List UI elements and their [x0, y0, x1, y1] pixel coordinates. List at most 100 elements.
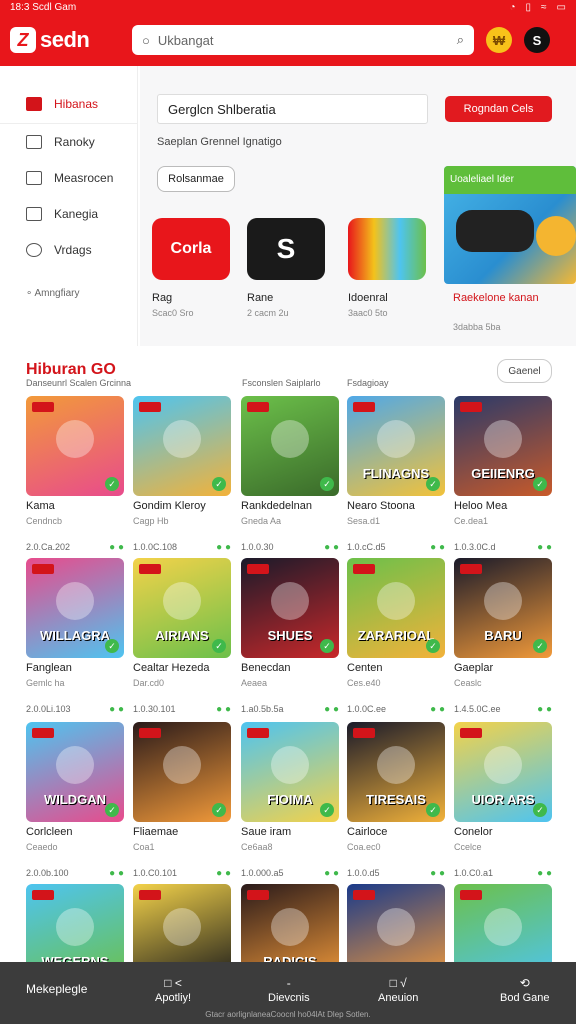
app-name: Rane [247, 292, 274, 304]
brand-logo[interactable]: Z sedn [10, 27, 120, 53]
status-dots-icon: ● ● [537, 868, 552, 879]
game-price: 1.0.C0.a1 [454, 868, 494, 878]
game-name: Cairloce [347, 826, 388, 838]
user-avatar[interactable]: S [524, 27, 550, 53]
bottom-nav-devices[interactable]: - Dievcnis [268, 976, 310, 1004]
verified-icon: ✓ [533, 803, 547, 817]
status-dots-icon: ● ● [430, 868, 445, 879]
game-name: Fanglean [26, 662, 72, 674]
bottom-nav-marketplace[interactable]: Mekeplegle [26, 982, 87, 996]
promo-title[interactable]: Raekelone kanan [453, 292, 539, 304]
category-field[interactable]: Gerglcn Shlberatia [157, 94, 428, 124]
bottom-nav-actions[interactable]: □ √ Aneuion [378, 976, 418, 1004]
status-dots-icon: ● ● [216, 868, 231, 879]
badge-icon [247, 890, 269, 900]
game-art-title: WILLAGRA [39, 628, 111, 643]
game-art-title: WILDGAN [43, 792, 107, 807]
game-card[interactable]: ZARARIOAL ✓ Centen Ces.e40 1.0.0C.ee ● ● [347, 558, 445, 715]
game-card[interactable]: FLINAGNS ✓ Nearo Stoona Sesa.d1 1.0.cC.d5 ● ● [347, 396, 445, 553]
sidebar-item-label: Hibanas [54, 96, 99, 111]
game-card[interactable]: WILLAGRA ✓ Fanglean Gemlc ha 2.0.0Li.103 ● ● [26, 558, 124, 715]
status-dots-icon: ● ● [430, 704, 445, 715]
settings-icon: ∘ [26, 288, 35, 299]
status-carrier: Gam [54, 1, 77, 13]
featured-subtitle: Saeplan Grennel Ignatigo [157, 136, 282, 148]
game-price: 1.0.0C.ee [347, 704, 387, 714]
game-card[interactable]: FIOIMA ✓ Saue iram Ce6aa8 1.0.000.a5 ● ● [241, 722, 339, 879]
game-card[interactable]: GEIIENRG ✓ Heloo Mea Ce.dea1 1.0.3.0C.d ● ● [454, 396, 552, 553]
promo-banner[interactable]: Uoaleliael Ider [444, 166, 576, 284]
badge-icon [32, 728, 54, 738]
sidebar-item-hibanas[interactable]: Hibanas [0, 84, 137, 124]
character-image [56, 908, 94, 946]
bottom-nav-label: Aneuion [378, 992, 419, 1004]
sidebar-item-ranoky[interactable]: Ranoky [0, 124, 137, 160]
sidebar-item-measrocen[interactable]: Measrocen [0, 160, 137, 196]
game-price-row: 2.0.0b.100 ● ● [26, 868, 124, 879]
game-name: Kama [26, 500, 55, 512]
game-card[interactable]: SHUES ✓ Benecdan Aeaea 1.a0.5b.5a ● ● [241, 558, 339, 715]
game-price-row: 1.0.0C.108 ● ● [133, 542, 231, 553]
filter-pill[interactable]: Rolsanmae [157, 166, 235, 192]
game-card[interactable]: BARU ✓ Gaeplar Ceaslc 1.4.5.0C.ee ● ● [454, 558, 552, 715]
bottom-nav-activity[interactable]: □ < Apotliy! [155, 976, 191, 1004]
coin-button[interactable]: ₩ [486, 27, 512, 53]
character-image [377, 582, 415, 620]
game-name: Gaeplar [454, 662, 494, 674]
character-image [56, 582, 94, 620]
featured-app[interactable]: S Rane 2 cacm 2u [247, 218, 327, 318]
badge-icon [353, 890, 375, 900]
game-card[interactable]: ✓ Rankdedelnan Gneda Aa 1.0.0.30 ● ● [241, 396, 339, 553]
game-subtitle: Aeaea [241, 678, 268, 688]
game-price: 1.0.0.30 [241, 542, 274, 552]
game-price-row: 1.4.5.0C.ee ● ● [454, 704, 552, 715]
promo-label: Uoaleliael Ider [444, 166, 576, 194]
featured-panel: Gerglcn Shlberatia Rogndan Cels Saeplan … [140, 66, 576, 348]
game-card[interactable]: ✓ Fliaemae Coa1 1.0.C0.101 ● ● [133, 722, 231, 879]
game-price: 1.0.C0.101 [133, 868, 178, 878]
game-price-row: 1.0.000.a5 ● ● [241, 868, 339, 879]
logo-mark-icon: Z [10, 27, 36, 53]
sidebar-item-kanegia[interactable]: Kanegia [0, 196, 137, 232]
badge-icon [139, 402, 161, 412]
refresh-icon: ⟲ [519, 976, 530, 990]
character-image [271, 908, 309, 946]
game-thumbnail: ZARARIOAL ✓ [347, 558, 445, 658]
character-image [163, 908, 201, 946]
category-button[interactable]: Rogndan Cels [445, 96, 552, 122]
game-price: 1.4.5.0C.ee [454, 704, 501, 714]
game-art-title: TIRESAIS [366, 792, 426, 807]
sim-icon: ▯ [525, 1, 532, 13]
badge-icon [32, 564, 54, 574]
status-bar: 18:3 Scdl Gam ◔ ▯ ≈ ▭ [0, 0, 576, 14]
see-all-button[interactable]: Gaenel [497, 359, 552, 383]
game-card[interactable]: AIRIANS ✓ Cealtar Hezeda Dar.cd0 1.0.30.101 ●… [133, 558, 231, 715]
game-card[interactable]: UIOR ARS ✓ Conelor Ccelce 1.0.C0.a1 ● ● [454, 722, 552, 879]
bottom-nav-label: Dievcnis [268, 992, 310, 1004]
game-name: Rankdedelnan [241, 500, 312, 512]
game-name: Saue iram [241, 826, 292, 838]
section-subtitle: Fsdagioay [347, 378, 389, 388]
list-icon [26, 171, 42, 185]
bottom-nav-game[interactable]: ⟲ Bod Gane [500, 976, 550, 1004]
sidebar-footer[interactable]: ∘ Amngfiary [26, 288, 80, 299]
search-bar[interactable]: ○ Ukbangat ⌕ [132, 25, 474, 55]
game-card[interactable]: TIRESAIS ✓ Cairloce Coa.ec0 1.0.0.d5 ● ● [347, 722, 445, 879]
game-name: Heloo Mea [454, 500, 508, 512]
sidebar-item-vrdags[interactable]: Vrdags [0, 232, 137, 268]
game-card[interactable]: WILDGAN ✓ Corlcleen Ceaedo 2.0.0b.100 ● ● [26, 722, 124, 879]
game-art-title: UIOR ARS [471, 792, 535, 807]
game-subtitle: Gneda Aa [241, 516, 282, 526]
featured-app[interactable]: Corla Rag Scac0 Sro [152, 218, 232, 318]
bottom-nav-label: Mekeplegle [26, 982, 88, 996]
game-price: 2.0.0Li.103 [26, 704, 71, 714]
character-image [484, 420, 522, 458]
search-submit-icon[interactable]: ⌕ [457, 32, 464, 48]
search-input[interactable]: Ukbangat [158, 33, 449, 48]
section-subtitle: Danseunrl Scalen Grcinna [26, 378, 132, 388]
game-card[interactable]: ✓ Kama Cendncb 2.0.Ca.202 ● ● [26, 396, 124, 553]
featured-app[interactable]: Idoenral 3aac0 5to [348, 218, 428, 318]
game-card[interactable]: ✓ Gondim Kleroy Cagp Hb 1.0.0C.108 ● ● [133, 396, 231, 553]
mascot-image [536, 216, 576, 256]
game-subtitle: Ce.dea1 [454, 516, 489, 526]
